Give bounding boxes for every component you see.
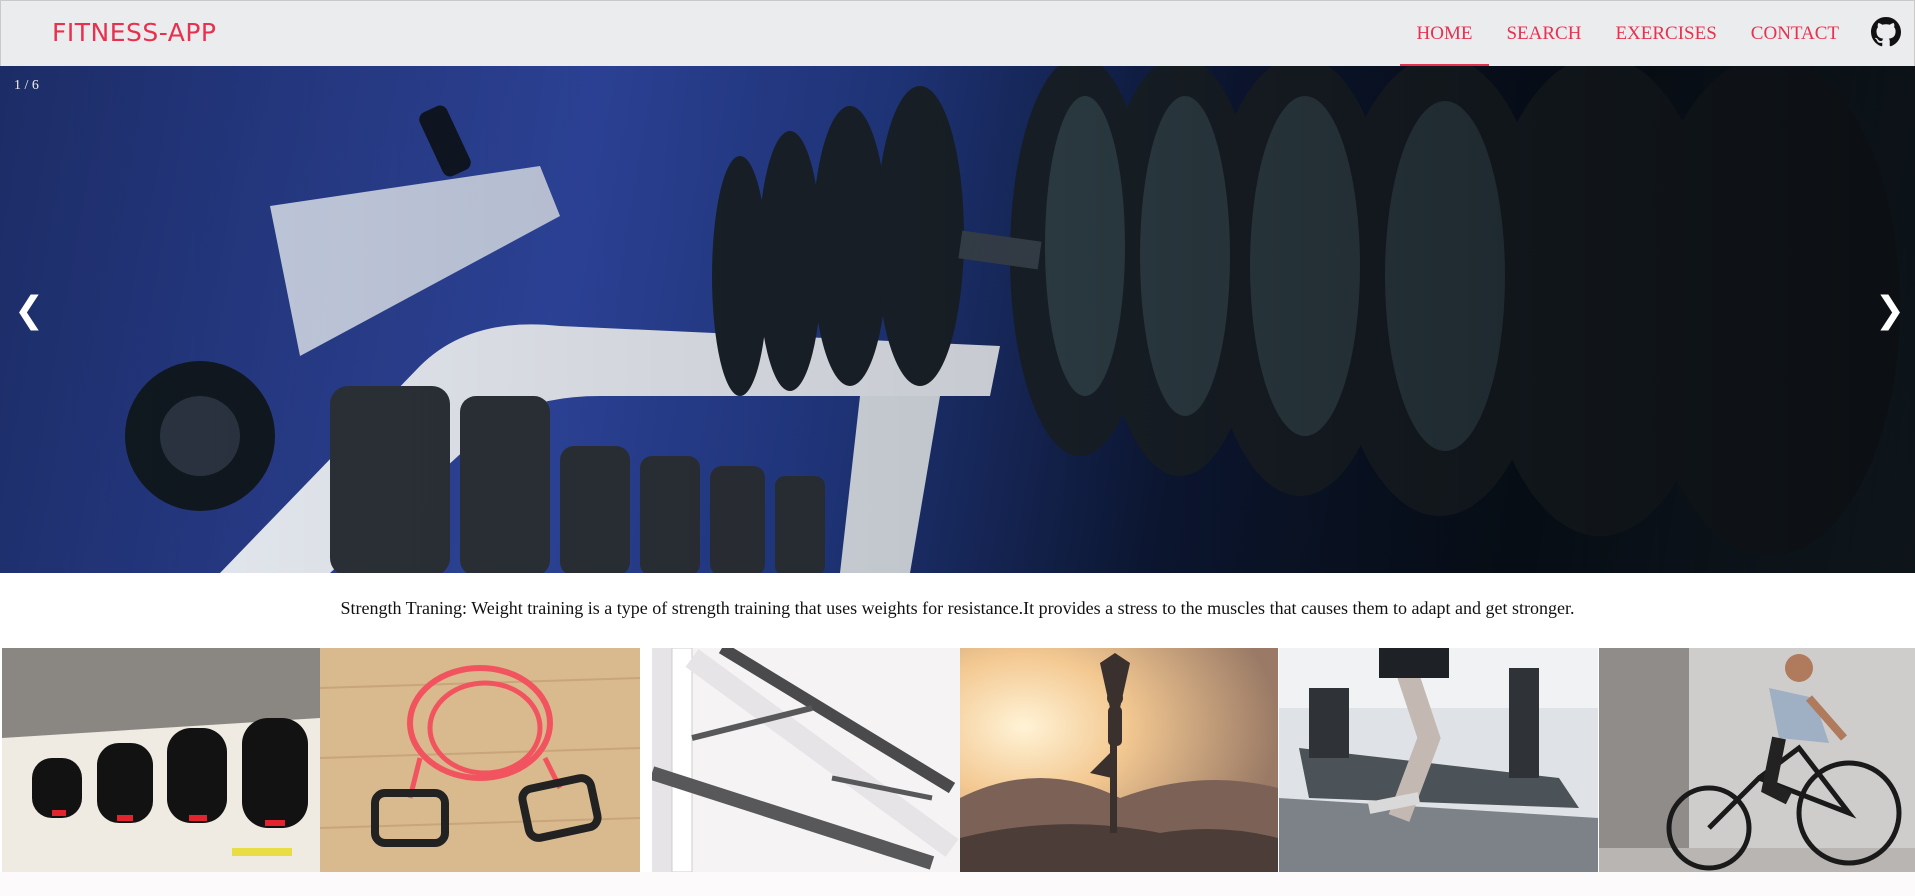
- thumbnail-cycling[interactable]: [1599, 648, 1915, 872]
- bottom-strip: [0, 872, 1915, 896]
- nav-links: HOME SEARCH EXERCISES CONTACT: [1399, 1, 1856, 67]
- next-slide-button[interactable]: ❯: [1875, 290, 1905, 331]
- slideshow: 1 / 6 ❮ ❯: [0, 66, 1915, 573]
- nav-search[interactable]: SEARCH: [1489, 1, 1598, 66]
- nav-home[interactable]: HOME: [1399, 1, 1490, 67]
- brand-logo[interactable]: FITNESS-APP: [52, 18, 216, 47]
- gym-dumbbell-rack-image: [0, 66, 1915, 573]
- nav-exercises[interactable]: EXERCISES: [1598, 1, 1733, 66]
- nav-contact[interactable]: CONTACT: [1734, 1, 1856, 66]
- slide-caption: Strength Traning: Weight training is a t…: [340, 598, 1575, 618]
- prev-slide-button[interactable]: ❮: [14, 290, 44, 331]
- navbar: FITNESS-APP HOME SEARCH EXERCISES CONTAC…: [0, 0, 1915, 67]
- thumbnail-resistance-band[interactable]: [320, 648, 640, 872]
- thumbnail-pull-up-bar[interactable]: [652, 648, 960, 872]
- thumbnail-treadmill[interactable]: [1279, 648, 1598, 872]
- github-icon[interactable]: [1871, 17, 1901, 47]
- thumbnail-yoga[interactable]: [960, 648, 1278, 872]
- thumbnail-dumbbells[interactable]: [2, 648, 320, 872]
- slide-counter: 1 / 6: [14, 78, 39, 93]
- thumbnail-row: [0, 648, 1915, 872]
